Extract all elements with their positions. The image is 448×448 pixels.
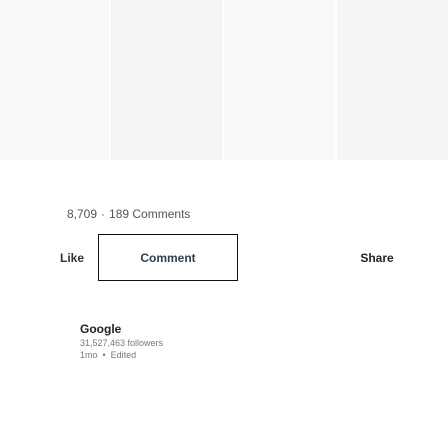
post-media-strip[interactable] bbox=[0, 0, 448, 160]
comment-count[interactable]: 189 Comments bbox=[109, 207, 190, 221]
post-author: Google 31,527,463 followers 1mo • Edited bbox=[80, 322, 163, 360]
media-tile[interactable] bbox=[337, 0, 448, 160]
media-tile[interactable] bbox=[0, 0, 109, 160]
author-name[interactable]: Google bbox=[80, 322, 163, 336]
author-followers: 31,527,463 followers bbox=[80, 338, 164, 348]
media-tile[interactable] bbox=[110, 0, 223, 160]
comment-button[interactable]: Comment bbox=[98, 234, 238, 281]
linkedin-post-footer: 8,709 · 189 Comments Like Comment Share … bbox=[0, 0, 448, 448]
social-counts: 8,709 · 189 Comments bbox=[67, 207, 190, 221]
count-separator: · bbox=[101, 207, 106, 221]
post-meta: 1mo • Edited bbox=[80, 350, 163, 360]
share-button[interactable]: Share bbox=[346, 234, 408, 282]
reaction-count[interactable]: 8,709 bbox=[67, 207, 97, 221]
post-action-bar: Like Comment Share bbox=[0, 234, 448, 282]
meta-separator: • bbox=[102, 350, 106, 360]
like-button[interactable]: Like bbox=[48, 234, 96, 282]
post-time: 1mo bbox=[80, 350, 98, 360]
media-tile[interactable] bbox=[223, 0, 336, 160]
edited-label: Edited bbox=[110, 350, 137, 360]
